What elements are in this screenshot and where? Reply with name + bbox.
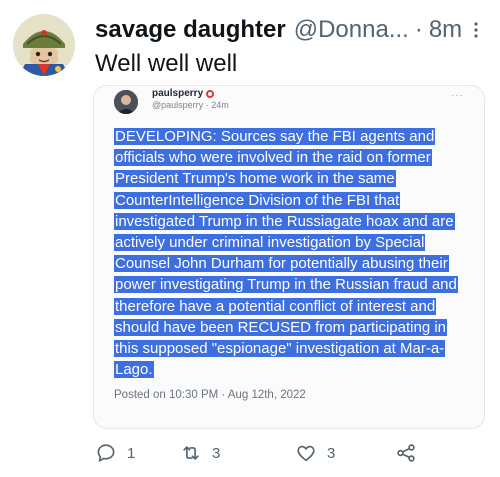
quoted-handle: @paulsperry bbox=[152, 100, 204, 110]
quoted-avatar bbox=[114, 90, 138, 114]
reply-count: 1 bbox=[127, 444, 136, 462]
timestamp[interactable]: 8m bbox=[429, 16, 462, 44]
tweet-text: Well well well bbox=[95, 50, 238, 77]
quoted-handle-time: @paulsperry · 24m bbox=[152, 100, 229, 110]
quoted-name: paulsperry bbox=[152, 88, 215, 99]
quoted-line: CounterIntelligence Division of the FBI … bbox=[114, 191, 401, 209]
retweet-count: 3 bbox=[212, 444, 221, 462]
quoted-name-text: paulsperry bbox=[152, 88, 204, 99]
like-button[interactable]: 3 bbox=[295, 440, 335, 466]
quoted-text: DEVELOPING: Sources say the FBI agents a… bbox=[114, 126, 476, 380]
avatar-illustration bbox=[13, 14, 75, 76]
quoted-line: this supposed "espionage" investigation … bbox=[114, 340, 446, 358]
quoted-line: actively under criminal investigation by… bbox=[114, 234, 426, 252]
quoted-line: investigated Trump in the Russiagate hoa… bbox=[114, 212, 455, 230]
quoted-line: therefore have a potential conflict of i… bbox=[114, 297, 437, 315]
quoted-line: President Trump's home work in the same bbox=[114, 170, 396, 188]
quoted-line: DEVELOPING: Sources say the FBI agents a… bbox=[114, 128, 436, 145]
display-name[interactable]: savage daughter bbox=[95, 16, 286, 44]
quoted-more-icon: ··· bbox=[451, 90, 464, 101]
more-icon[interactable] bbox=[470, 18, 482, 42]
heart-icon bbox=[297, 445, 315, 462]
badge-icon bbox=[206, 89, 215, 98]
avatar[interactable] bbox=[13, 14, 75, 76]
like-count: 3 bbox=[327, 444, 336, 462]
reply-icon bbox=[97, 444, 115, 462]
quoted-line: Lago. bbox=[114, 361, 154, 379]
quoted-post-image[interactable]: paulsperry @paulsperry · 24m ··· DEVELOP… bbox=[93, 85, 485, 429]
share-button[interactable] bbox=[395, 440, 427, 466]
share-icon bbox=[397, 444, 415, 462]
retweet-icon bbox=[183, 446, 199, 460]
reply-button[interactable]: 1 bbox=[95, 440, 135, 466]
action-bar: 1 3 3 bbox=[95, 440, 420, 468]
quoted-posted-date: Posted on 10:30 PM · Aug 12th, 2022 bbox=[114, 389, 306, 401]
user-handle[interactable]: @Donna... bbox=[294, 16, 409, 44]
quoted-time: 24m bbox=[211, 100, 229, 110]
quoted-line: Counsel John Durham for potentially abus… bbox=[114, 255, 449, 273]
quoted-line: should have been RECUSED from participat… bbox=[114, 318, 448, 336]
separator-dot: · bbox=[414, 16, 423, 43]
retweet-button[interactable]: 3 bbox=[180, 440, 220, 466]
quoted-line: officials who were involved in the raid … bbox=[114, 149, 432, 167]
tweet-header: savage daughter @Donna... · 8m bbox=[95, 14, 482, 46]
quoted-line: power investigating Trump in the Russian… bbox=[114, 276, 458, 294]
